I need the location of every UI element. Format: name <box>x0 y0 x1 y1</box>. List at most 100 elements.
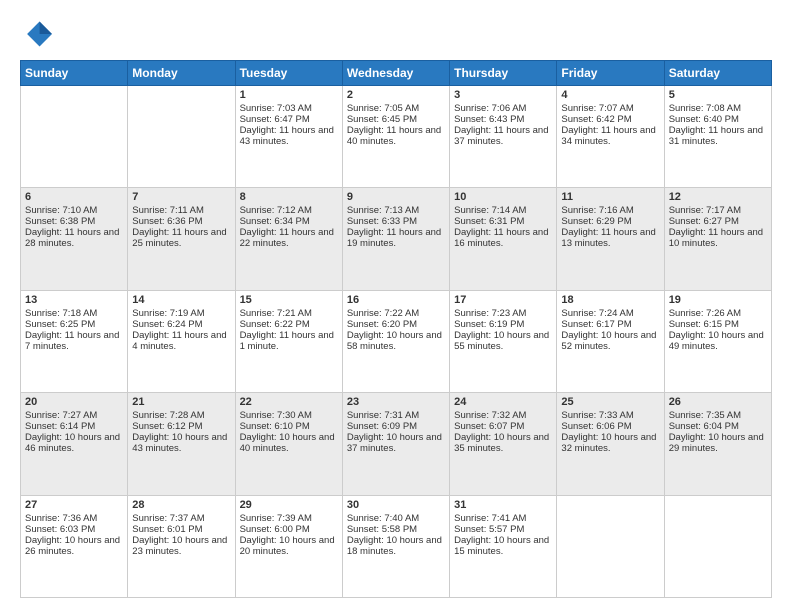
sunset-text: Sunset: 6:45 PM <box>347 114 445 125</box>
calendar-cell: 12Sunrise: 7:17 AMSunset: 6:27 PMDayligh… <box>664 188 771 290</box>
sunset-text: Sunset: 6:40 PM <box>669 114 767 125</box>
calendar-header-thursday: Thursday <box>450 61 557 86</box>
daylight-text: Daylight: 11 hours and 31 minutes. <box>669 125 767 147</box>
sunset-text: Sunset: 6:42 PM <box>561 114 659 125</box>
daylight-text: Daylight: 10 hours and 32 minutes. <box>561 432 659 454</box>
calendar-header-monday: Monday <box>128 61 235 86</box>
daylight-text: Daylight: 10 hours and 26 minutes. <box>25 535 123 557</box>
calendar-cell: 22Sunrise: 7:30 AMSunset: 6:10 PMDayligh… <box>235 393 342 495</box>
sunset-text: Sunset: 6:36 PM <box>132 216 230 227</box>
sunset-text: Sunset: 6:09 PM <box>347 421 445 432</box>
sunset-text: Sunset: 6:04 PM <box>669 421 767 432</box>
sunrise-text: Sunrise: 7:18 AM <box>25 308 123 319</box>
sunset-text: Sunset: 6:27 PM <box>669 216 767 227</box>
calendar-cell: 24Sunrise: 7:32 AMSunset: 6:07 PMDayligh… <box>450 393 557 495</box>
sunrise-text: Sunrise: 7:22 AM <box>347 308 445 319</box>
sunset-text: Sunset: 6:14 PM <box>25 421 123 432</box>
day-number: 13 <box>25 294 123 306</box>
calendar-cell: 6Sunrise: 7:10 AMSunset: 6:38 PMDaylight… <box>21 188 128 290</box>
sunrise-text: Sunrise: 7:32 AM <box>454 410 552 421</box>
calendar-header-saturday: Saturday <box>664 61 771 86</box>
calendar-cell: 2Sunrise: 7:05 AMSunset: 6:45 PMDaylight… <box>342 86 449 188</box>
sunrise-text: Sunrise: 7:16 AM <box>561 205 659 216</box>
daylight-text: Daylight: 10 hours and 49 minutes. <box>669 330 767 352</box>
day-number: 17 <box>454 294 552 306</box>
sunset-text: Sunset: 6:22 PM <box>240 319 338 330</box>
day-number: 2 <box>347 89 445 101</box>
calendar-header-row: SundayMondayTuesdayWednesdayThursdayFrid… <box>21 61 772 86</box>
sunrise-text: Sunrise: 7:36 AM <box>25 513 123 524</box>
calendar-cell: 15Sunrise: 7:21 AMSunset: 6:22 PMDayligh… <box>235 290 342 392</box>
calendar-cell: 31Sunrise: 7:41 AMSunset: 5:57 PMDayligh… <box>450 495 557 597</box>
sunset-text: Sunset: 6:03 PM <box>25 524 123 535</box>
daylight-text: Daylight: 10 hours and 35 minutes. <box>454 432 552 454</box>
day-number: 29 <box>240 499 338 511</box>
daylight-text: Daylight: 10 hours and 40 minutes. <box>240 432 338 454</box>
day-number: 28 <box>132 499 230 511</box>
calendar-cell: 1Sunrise: 7:03 AMSunset: 6:47 PMDaylight… <box>235 86 342 188</box>
sunrise-text: Sunrise: 7:14 AM <box>454 205 552 216</box>
daylight-text: Daylight: 11 hours and 7 minutes. <box>25 330 123 352</box>
page: SundayMondayTuesdayWednesdayThursdayFrid… <box>0 0 792 612</box>
daylight-text: Daylight: 11 hours and 22 minutes. <box>240 227 338 249</box>
sunrise-text: Sunrise: 7:05 AM <box>347 103 445 114</box>
sunrise-text: Sunrise: 7:40 AM <box>347 513 445 524</box>
sunrise-text: Sunrise: 7:07 AM <box>561 103 659 114</box>
sunset-text: Sunset: 5:58 PM <box>347 524 445 535</box>
calendar-cell: 26Sunrise: 7:35 AMSunset: 6:04 PMDayligh… <box>664 393 771 495</box>
sunset-text: Sunset: 6:06 PM <box>561 421 659 432</box>
day-number: 10 <box>454 191 552 203</box>
calendar-cell: 4 Sunrise: 7:07 AMSunset: 6:42 PMDaylight… <box>557 86 664 188</box>
calendar-cell: 3Sunrise: 7:06 AMSunset: 6:43 PMDaylight… <box>450 86 557 188</box>
daylight-text: Daylight: 11 hours and 1 minute. <box>240 330 338 352</box>
sunset-text: Sunset: 6:24 PM <box>132 319 230 330</box>
day-number: 8 <box>240 191 338 203</box>
sunset-text: Sunset: 6:15 PM <box>669 319 767 330</box>
calendar-cell: 21Sunrise: 7:28 AMSunset: 6:12 PMDayligh… <box>128 393 235 495</box>
day-number: 25 <box>561 396 659 408</box>
daylight-text: Daylight: 11 hours and 34 minutes. <box>561 125 659 147</box>
sunrise-text: Sunrise: 7:10 AM <box>25 205 123 216</box>
daylight-text: Daylight: 11 hours and 25 minutes. <box>132 227 230 249</box>
calendar-cell: 7Sunrise: 7:11 AMSunset: 6:36 PMDaylight… <box>128 188 235 290</box>
day-number: 7 <box>132 191 230 203</box>
calendar-header-sunday: Sunday <box>21 61 128 86</box>
day-number: 4 <box>561 89 659 101</box>
day-number: 11 <box>561 191 659 203</box>
daylight-text: Daylight: 11 hours and 13 minutes. <box>561 227 659 249</box>
sunset-text: Sunset: 6:33 PM <box>347 216 445 227</box>
calendar-header-tuesday: Tuesday <box>235 61 342 86</box>
sunset-text: Sunset: 6:43 PM <box>454 114 552 125</box>
calendar-cell: 19Sunrise: 7:26 AMSunset: 6:15 PMDayligh… <box>664 290 771 392</box>
sunset-text: Sunset: 6:31 PM <box>454 216 552 227</box>
calendar-week-1: 1Sunrise: 7:03 AMSunset: 6:47 PMDaylight… <box>21 86 772 188</box>
sunrise-text: Sunrise: 7:41 AM <box>454 513 552 524</box>
sunrise-text: Sunrise: 7:33 AM <box>561 410 659 421</box>
calendar-cell <box>557 495 664 597</box>
day-number: 23 <box>347 396 445 408</box>
day-number: 15 <box>240 294 338 306</box>
logo-icon <box>20 18 52 50</box>
calendar-cell <box>21 86 128 188</box>
daylight-text: Daylight: 11 hours and 4 minutes. <box>132 330 230 352</box>
calendar-week-4: 20Sunrise: 7:27 AMSunset: 6:14 PMDayligh… <box>21 393 772 495</box>
calendar-cell: 30Sunrise: 7:40 AMSunset: 5:58 PMDayligh… <box>342 495 449 597</box>
daylight-text: Daylight: 11 hours and 16 minutes. <box>454 227 552 249</box>
calendar-week-5: 27Sunrise: 7:36 AMSunset: 6:03 PMDayligh… <box>21 495 772 597</box>
sunrise-text: Sunrise: 7:35 AM <box>669 410 767 421</box>
sunrise-text: Sunrise: 7:12 AM <box>240 205 338 216</box>
day-number: 26 <box>669 396 767 408</box>
daylight-text: Daylight: 11 hours and 43 minutes. <box>240 125 338 147</box>
logo <box>20 18 56 50</box>
calendar-cell: 16Sunrise: 7:22 AMSunset: 6:20 PMDayligh… <box>342 290 449 392</box>
daylight-text: Daylight: 11 hours and 19 minutes. <box>347 227 445 249</box>
sunset-text: Sunset: 6:29 PM <box>561 216 659 227</box>
sunrise-text: Sunrise: 7:17 AM <box>669 205 767 216</box>
sunrise-text: Sunrise: 7:19 AM <box>132 308 230 319</box>
daylight-text: Daylight: 10 hours and 20 minutes. <box>240 535 338 557</box>
sunrise-text: Sunrise: 7:13 AM <box>347 205 445 216</box>
sunrise-text: Sunrise: 7:31 AM <box>347 410 445 421</box>
daylight-text: Daylight: 10 hours and 23 minutes. <box>132 535 230 557</box>
sunrise-text: Sunrise: 7:03 AM <box>240 103 338 114</box>
calendar-cell: 20Sunrise: 7:27 AMSunset: 6:14 PMDayligh… <box>21 393 128 495</box>
